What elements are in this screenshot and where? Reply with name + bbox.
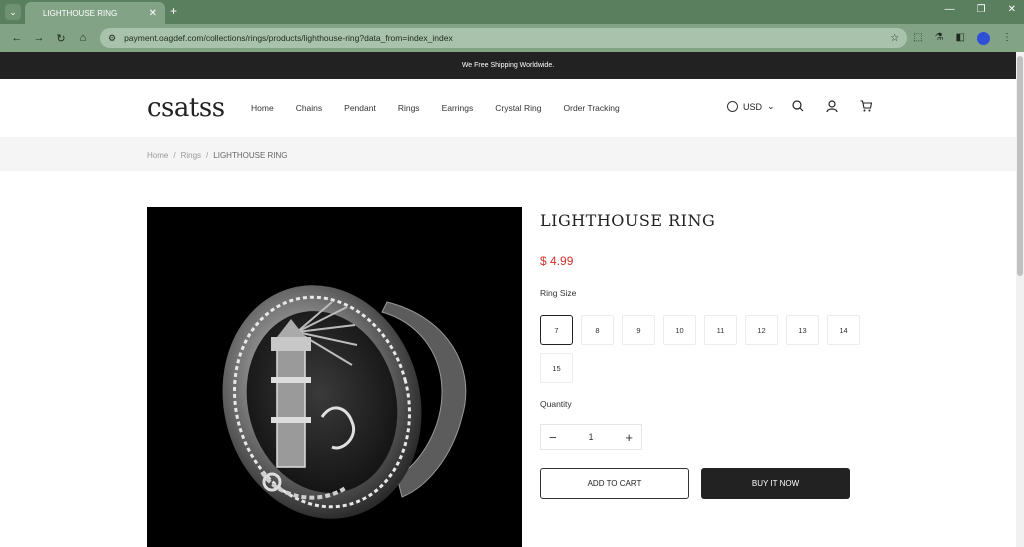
- quantity-label: Quantity: [540, 399, 572, 409]
- buy-now-button[interactable]: BUY IT NOW: [701, 468, 850, 499]
- announcement-bar: We Free Shipping Worldwide.: [0, 52, 1016, 79]
- nav-item-rings[interactable]: Rings: [398, 103, 420, 113]
- currency-selector[interactable]: USD ⌄: [727, 101, 775, 112]
- ring-size-label: Ring Size: [540, 288, 577, 298]
- minimize-icon[interactable]: —: [945, 4, 955, 15]
- nav-item-chains[interactable]: Chains: [296, 103, 322, 113]
- product-info: LIGHTHOUSE RING $ 4.99 Ring Size 7 8 9 1…: [540, 211, 860, 499]
- restore-icon[interactable]: ❐: [977, 4, 986, 15]
- scrollbar-thumb[interactable]: [1017, 56, 1023, 276]
- nav-item-earrings[interactable]: Earrings: [442, 103, 474, 113]
- back-icon[interactable]: ←: [6, 32, 28, 44]
- page-scrollbar[interactable]: [1016, 52, 1024, 547]
- product-image[interactable]: [147, 207, 522, 547]
- size-option[interactable]: 15: [540, 353, 573, 383]
- browser-toolbar: ← → ↻ ⌂ ⚙ payment.oagdef.com/collections…: [0, 24, 1024, 52]
- new-tab-icon[interactable]: +: [170, 4, 177, 18]
- size-option[interactable]: 14: [827, 315, 860, 345]
- increment-button[interactable]: +: [625, 430, 633, 445]
- close-window-icon[interactable]: ✕: [1008, 4, 1016, 15]
- store-logo[interactable]: csatss: [147, 93, 225, 123]
- reload-icon[interactable]: ↻: [50, 32, 72, 45]
- nav-item-order-tracking[interactable]: Order Tracking: [564, 103, 620, 113]
- site-info-icon[interactable]: ⚙: [108, 33, 116, 44]
- address-bar[interactable]: ⚙ payment.oagdef.com/collections/rings/p…: [100, 28, 908, 48]
- add-to-cart-button[interactable]: ADD TO CART: [540, 468, 689, 499]
- decrement-button[interactable]: −: [549, 430, 557, 445]
- size-option[interactable]: 12: [745, 315, 778, 345]
- main-nav: Home Chains Pendant Rings Earrings Cryst…: [251, 103, 620, 113]
- quantity-value[interactable]: 1: [588, 432, 593, 442]
- breadcrumb-home[interactable]: Home: [147, 151, 168, 160]
- nav-item-home[interactable]: Home: [251, 103, 274, 113]
- size-option[interactable]: 10: [663, 315, 696, 345]
- account-icon[interactable]: [826, 100, 838, 115]
- browser-tab-bar: ⌄ LIGHTHOUSE RING ✕ + — ❐ ✕: [0, 0, 1024, 24]
- site-header: csatss Home Chains Pendant Rings Earring…: [0, 79, 1016, 137]
- extensions-icon[interactable]: ⬚: [913, 32, 922, 45]
- browser-tab[interactable]: LIGHTHOUSE RING ✕: [25, 2, 165, 24]
- product-price: $ 4.99: [540, 254, 574, 268]
- tab-search-icon[interactable]: ⌄: [5, 4, 21, 20]
- size-option[interactable]: 11: [704, 315, 737, 345]
- tab-title: LIGHTHOUSE RING: [43, 8, 118, 18]
- breadcrumb-current: LIGHTHOUSE RING: [213, 151, 288, 160]
- breadcrumb-category[interactable]: Rings: [181, 151, 201, 160]
- nav-item-pendant[interactable]: Pendant: [344, 103, 376, 113]
- menu-dots-icon[interactable]: ⋮: [1002, 32, 1012, 45]
- url-text: payment.oagdef.com/collections/rings/pro…: [124, 33, 453, 43]
- cart-icon[interactable]: [860, 100, 873, 115]
- size-options: 7 8 9 10 11 12 13 14 15: [540, 315, 860, 383]
- size-option[interactable]: 7: [540, 315, 573, 345]
- size-option[interactable]: 9: [622, 315, 655, 345]
- chevron-down-icon: ⌄: [767, 101, 775, 111]
- profile-avatar-icon[interactable]: [977, 31, 990, 45]
- home-icon[interactable]: ⌂: [72, 32, 94, 44]
- breadcrumb: Home / Rings / LIGHTHOUSE RING: [0, 137, 1016, 171]
- window-controls: — ❐ ✕: [945, 4, 1016, 15]
- product-title: LIGHTHOUSE RING: [540, 211, 716, 230]
- size-option[interactable]: 8: [581, 315, 614, 345]
- side-panel-icon[interactable]: ◧: [956, 32, 965, 45]
- search-icon[interactable]: [792, 100, 804, 115]
- close-tab-icon[interactable]: ✕: [149, 8, 157, 19]
- globe-icon: [727, 101, 738, 112]
- page-viewport: We Free Shipping Worldwide. csatss Home …: [0, 52, 1016, 547]
- bookmark-star-icon[interactable]: ☆: [890, 33, 899, 44]
- forward-icon[interactable]: →: [28, 32, 50, 44]
- labs-icon[interactable]: ⚗: [935, 32, 944, 45]
- nav-item-crystal-ring[interactable]: Crystal Ring: [495, 103, 541, 113]
- size-option[interactable]: 13: [786, 315, 819, 345]
- quantity-stepper: − 1 +: [540, 424, 642, 450]
- currency-label: USD: [743, 101, 763, 112]
